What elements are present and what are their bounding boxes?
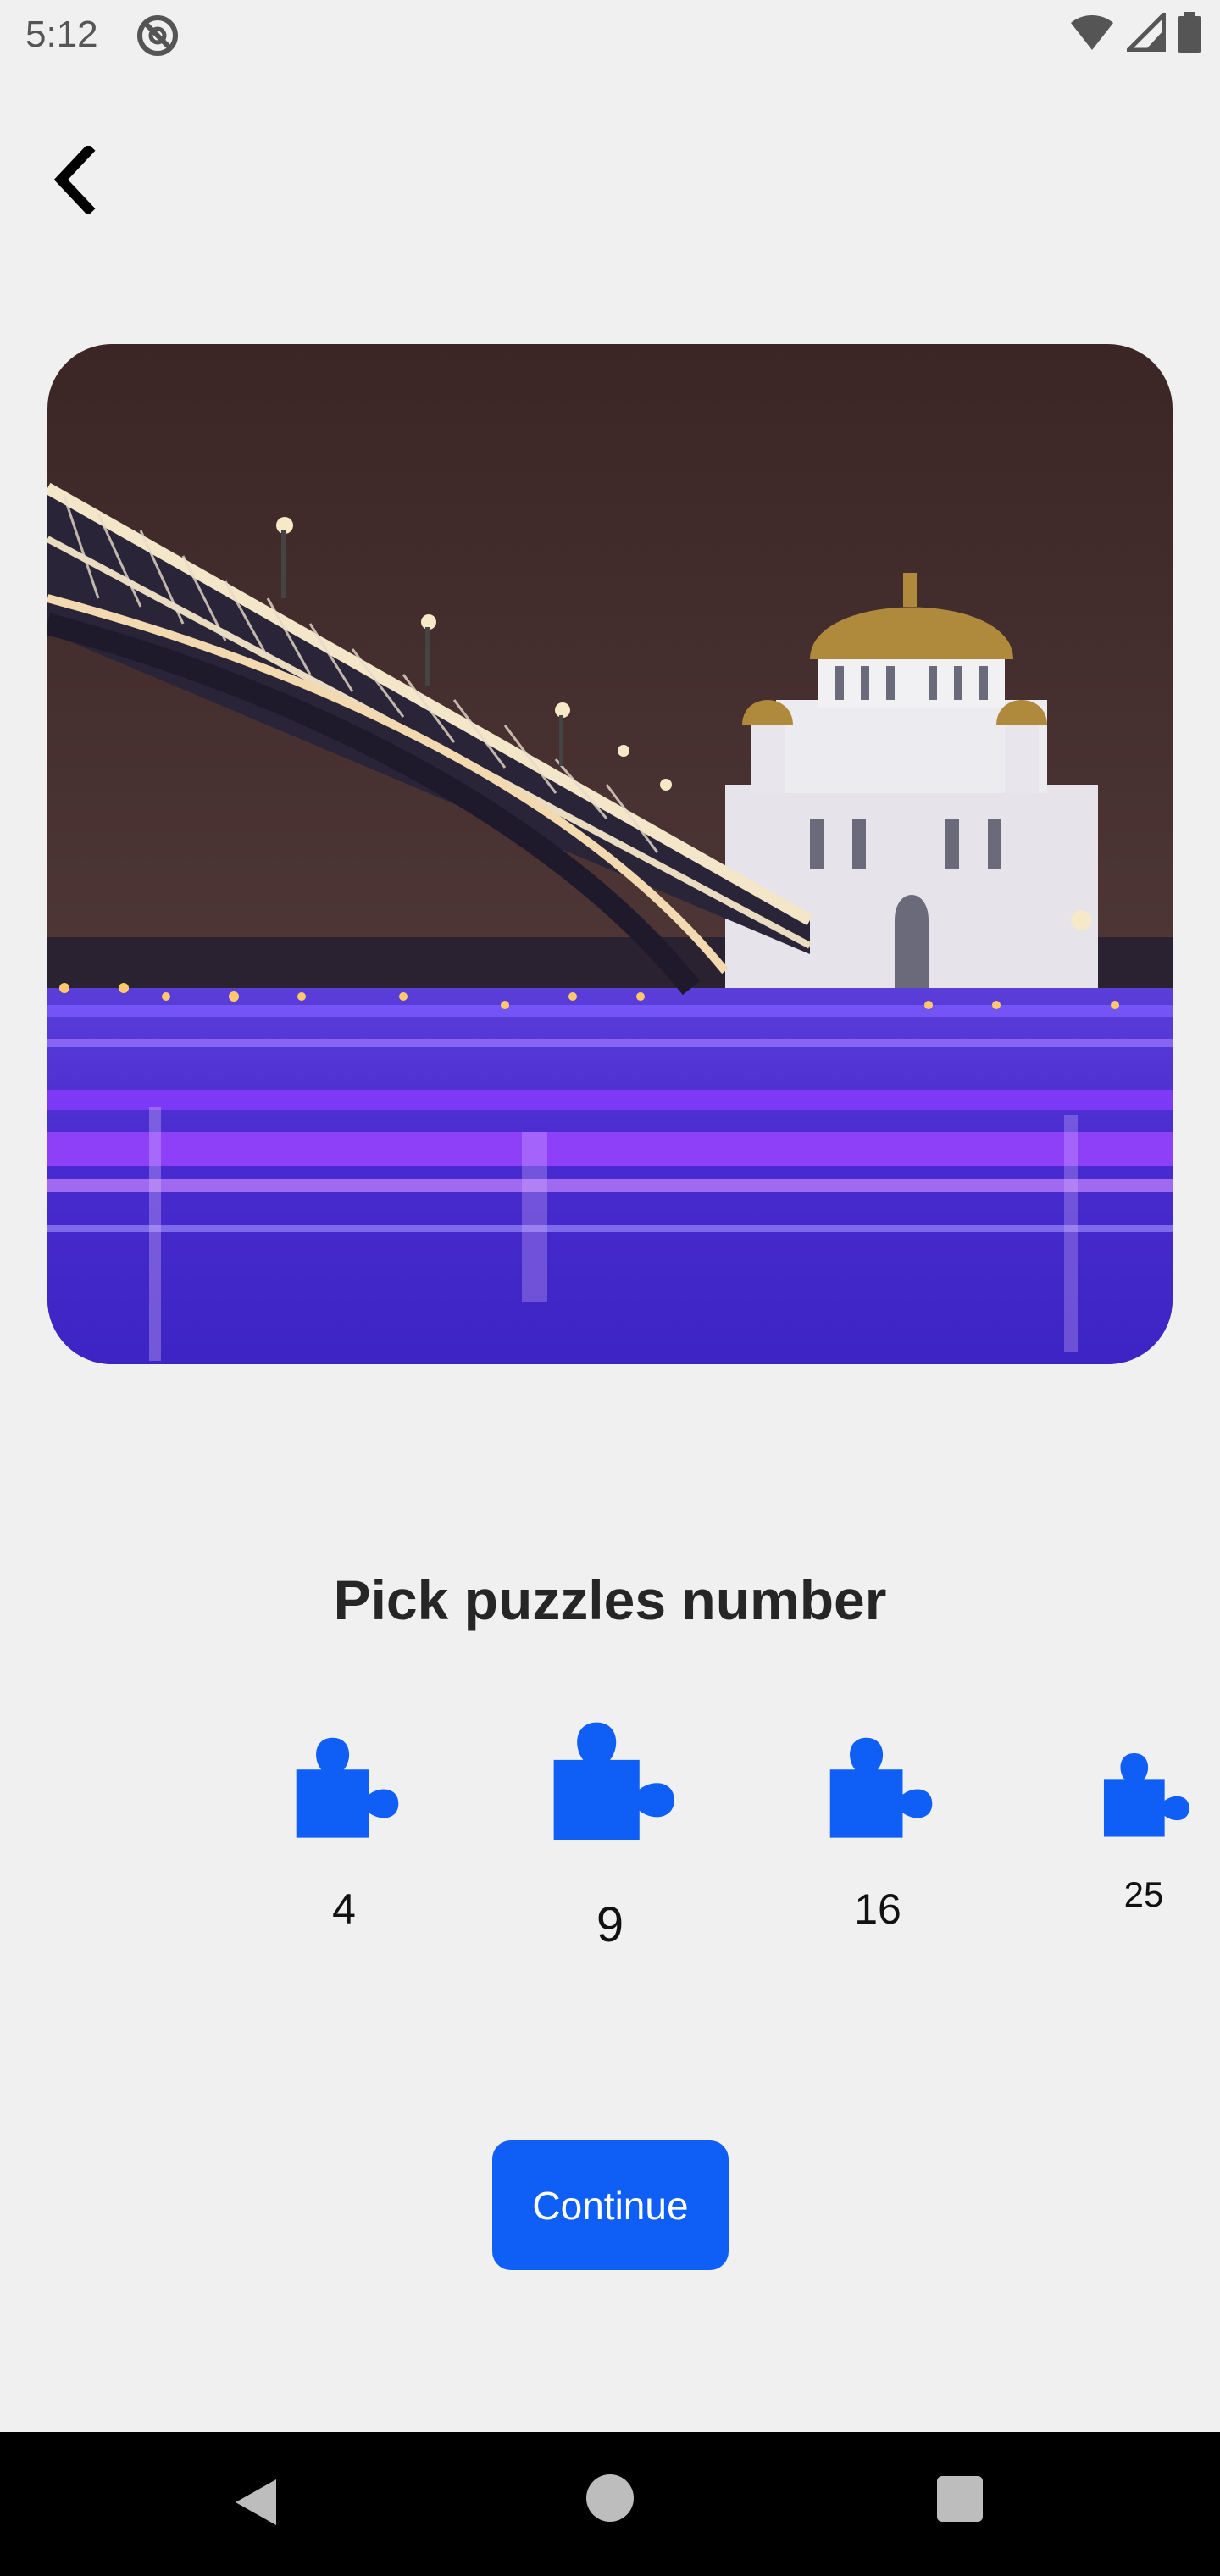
puzzle-option-16[interactable]: 16 (818, 1729, 937, 1934)
system-nav-bar (0, 2432, 1220, 2576)
puzzle-option-25[interactable]: 25 (1093, 1746, 1195, 1915)
option-label: 16 (854, 1885, 901, 1933)
home-circle-icon[interactable] (586, 2474, 634, 2522)
puzzle-piece-icon (543, 1712, 677, 1846)
puzzle-piece-icon (821, 1729, 934, 1842)
status-icons (1069, 12, 1201, 53)
app-screen: 5:12 Pick puzzles number 4 9 16 25 Conti… (0, 0, 1220, 2576)
cell-signal-icon (1127, 13, 1166, 52)
back-button[interactable] (37, 142, 112, 217)
option-label: 4 (332, 1885, 356, 1933)
puzzle-piece-icon (287, 1729, 401, 1842)
puzzle-piece-icon (1096, 1746, 1191, 1840)
wifi-icon (1071, 15, 1113, 50)
puzzle-image (47, 344, 1173, 1364)
back-triangle-icon[interactable] (229, 2474, 285, 2530)
do-not-disturb-icon (137, 15, 178, 56)
option-label: 25 (1123, 1874, 1164, 1914)
battery-icon (1178, 12, 1201, 53)
city-night-illustration (47, 344, 1173, 1364)
status-bar: 5:12 (0, 0, 1220, 71)
recents-square-icon[interactable] (937, 2476, 983, 2522)
option-label: 9 (596, 1897, 624, 1952)
status-time: 5:12 (25, 14, 98, 55)
puzzle-option-4[interactable]: 4 (285, 1729, 403, 1934)
chevron-left-icon (53, 146, 96, 214)
continue-button[interactable]: Continue (492, 2140, 729, 2270)
puzzle-option-9[interactable]: 9 (542, 1712, 678, 1953)
pick-puzzles-title: Pick puzzles number (333, 1568, 887, 1631)
